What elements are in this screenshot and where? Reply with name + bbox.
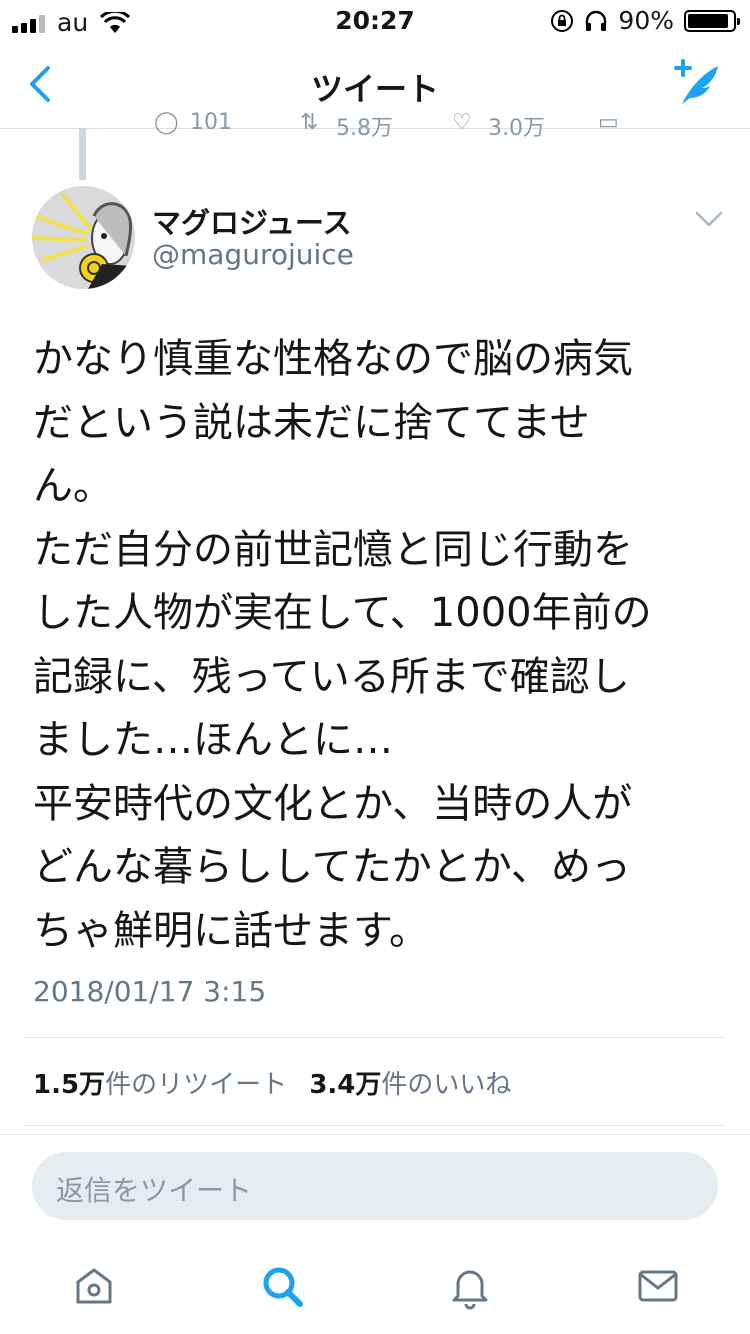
compose-tweet-icon[interactable]	[668, 58, 724, 110]
search-icon[interactable]	[258, 1262, 306, 1310]
avatar[interactable]	[32, 186, 135, 289]
divider	[24, 1037, 726, 1038]
messages-icon[interactable]	[634, 1262, 682, 1310]
like-icon[interactable]: ♡	[452, 110, 472, 135]
tweet-text: かなり慎重な性格なので脳の病気 だという説は未だに捨ててませ ん。 ただ自分の前…	[33, 336, 652, 954]
retweet-icon[interactable]: ⇅	[300, 110, 318, 135]
user-handle[interactable]: @magurojuice	[152, 238, 354, 271]
display-name[interactable]: マグロジュース	[152, 200, 352, 242]
thread-connector-line	[79, 128, 86, 180]
tweet-timestamp: 2018/01/17 3:15	[33, 975, 267, 1008]
retweet-label[interactable]: 件のリツイート	[105, 1070, 287, 1100]
divider	[0, 1134, 750, 1135]
retweet-count[interactable]: 1.5万	[33, 1070, 105, 1100]
battery-icon	[684, 9, 740, 32]
reply-placeholder: 返信をツイート	[56, 1174, 253, 1207]
previous-like-count: 3.0万	[488, 116, 545, 140]
previous-reply-count: 101	[190, 110, 232, 135]
tab-bar	[0, 1240, 750, 1334]
previous-tweet-actions: ◯ 101 ⇅ 5.8万 ♡ 3.0万 ▭	[150, 110, 650, 140]
orientation-lock-icon	[551, 9, 574, 32]
status-bar: au 20:27 90%	[0, 0, 750, 40]
reply-icon[interactable]: ◯	[154, 110, 179, 135]
reply-input[interactable]: 返信をツイート	[32, 1152, 718, 1220]
page-title: ツイート	[310, 70, 439, 108]
share-icon[interactable]: ▭	[598, 110, 619, 135]
headphones-icon	[586, 10, 607, 31]
divider	[24, 1125, 726, 1126]
notifications-icon[interactable]	[446, 1262, 494, 1310]
home-icon[interactable]	[70, 1262, 118, 1310]
tweet-stats: 1.5万件のリツイート 3.4万件のいいね	[33, 1064, 511, 1101]
previous-retweet-count: 5.8万	[336, 116, 393, 140]
battery-percent: 90%	[618, 6, 674, 35]
like-label[interactable]: 件のいいね	[381, 1070, 511, 1100]
chevron-down-icon[interactable]	[693, 205, 725, 233]
like-count[interactable]: 3.4万	[309, 1070, 381, 1100]
